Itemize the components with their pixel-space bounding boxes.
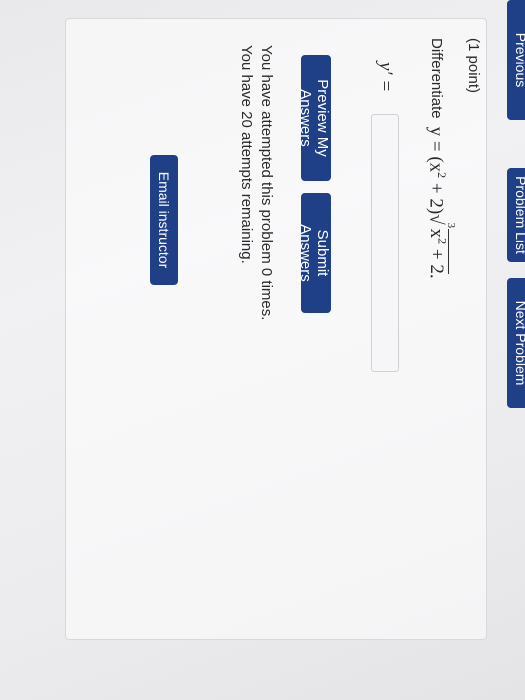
attempts-made-text: You have attempted this problem 0 times. [258, 45, 275, 321]
radical-sign: √ [425, 214, 447, 225]
attempts-remaining-text: You have 20 attempts remaining. [238, 45, 255, 264]
previous-button[interactable]: Previous [507, 0, 525, 120]
problem-prompt: Differentiate [428, 38, 446, 119]
email-instructor-button[interactable]: Email instructor [150, 155, 178, 285]
problem-statement: Differentiate y = (x2 + 2)√ 3 x2 + 2. [425, 38, 457, 279]
radicand: x2 + 2 [425, 228, 449, 274]
equation-part: + 2) [425, 178, 447, 215]
submit-answers-button[interactable]: Submit Answers [297, 193, 331, 313]
problem-equation: y = (x2 + 2)√ 3 x2 + 2. [425, 126, 457, 279]
radicand-base: x [425, 228, 447, 239]
point-value: (1 point) [465, 38, 482, 94]
rotated-screen: Previous Problem List Next Problem (1 po… [0, 0, 525, 700]
answer-row: y′ = [371, 62, 399, 373]
radical: 3 x2 + 2 [425, 223, 457, 274]
preview-answers-button[interactable]: Preview My Answers [297, 55, 331, 181]
radical-index: 3 [445, 222, 457, 229]
problem-list-button[interactable]: Problem List [507, 168, 525, 262]
answer-label: y′ = [375, 62, 396, 93]
answer-input[interactable] [371, 114, 399, 373]
problem-navigation: Previous Problem List Next Problem [493, 0, 525, 700]
equation-part: y = (x [425, 126, 447, 173]
radicand-rest: + 2 [425, 244, 447, 274]
equation-end: . [425, 273, 447, 279]
next-problem-button[interactable]: Next Problem [507, 278, 525, 408]
